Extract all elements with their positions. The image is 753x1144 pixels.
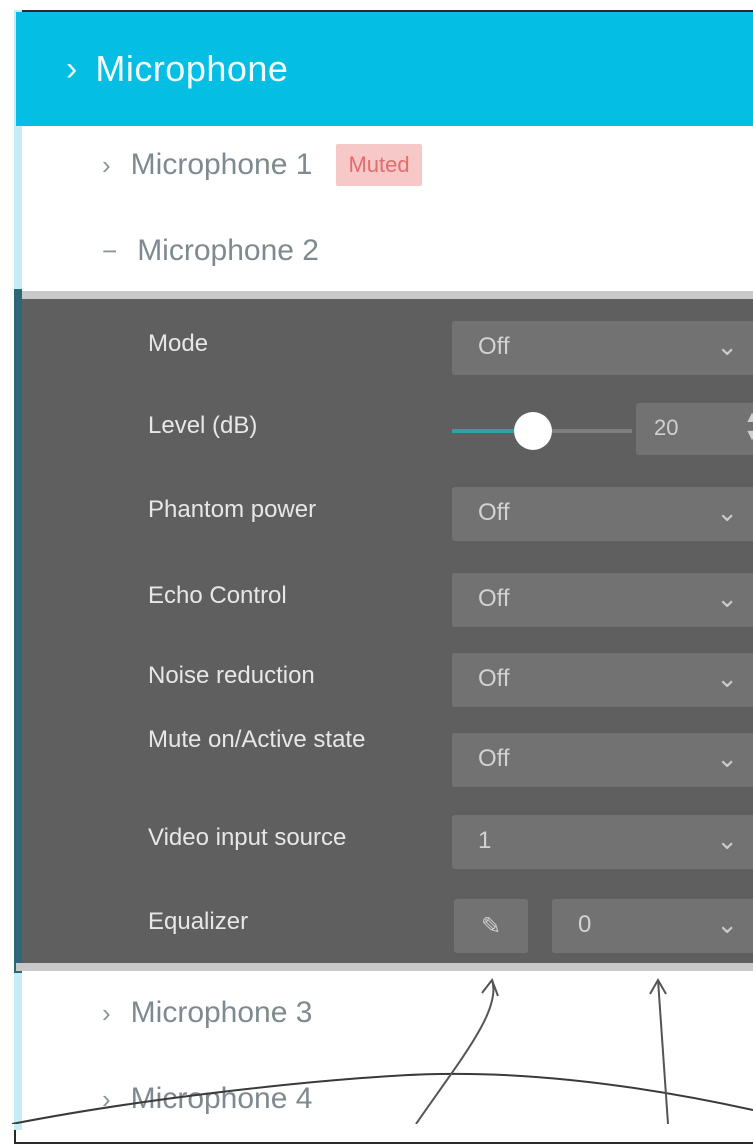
annotation-overlay	[11, 977, 753, 1124]
pointer-arrow-edit	[415, 979, 495, 1124]
arrow-head	[481, 977, 499, 997]
pointer-arrow-dropdown	[657, 979, 669, 1124]
callout-curve	[11, 1072, 753, 1124]
